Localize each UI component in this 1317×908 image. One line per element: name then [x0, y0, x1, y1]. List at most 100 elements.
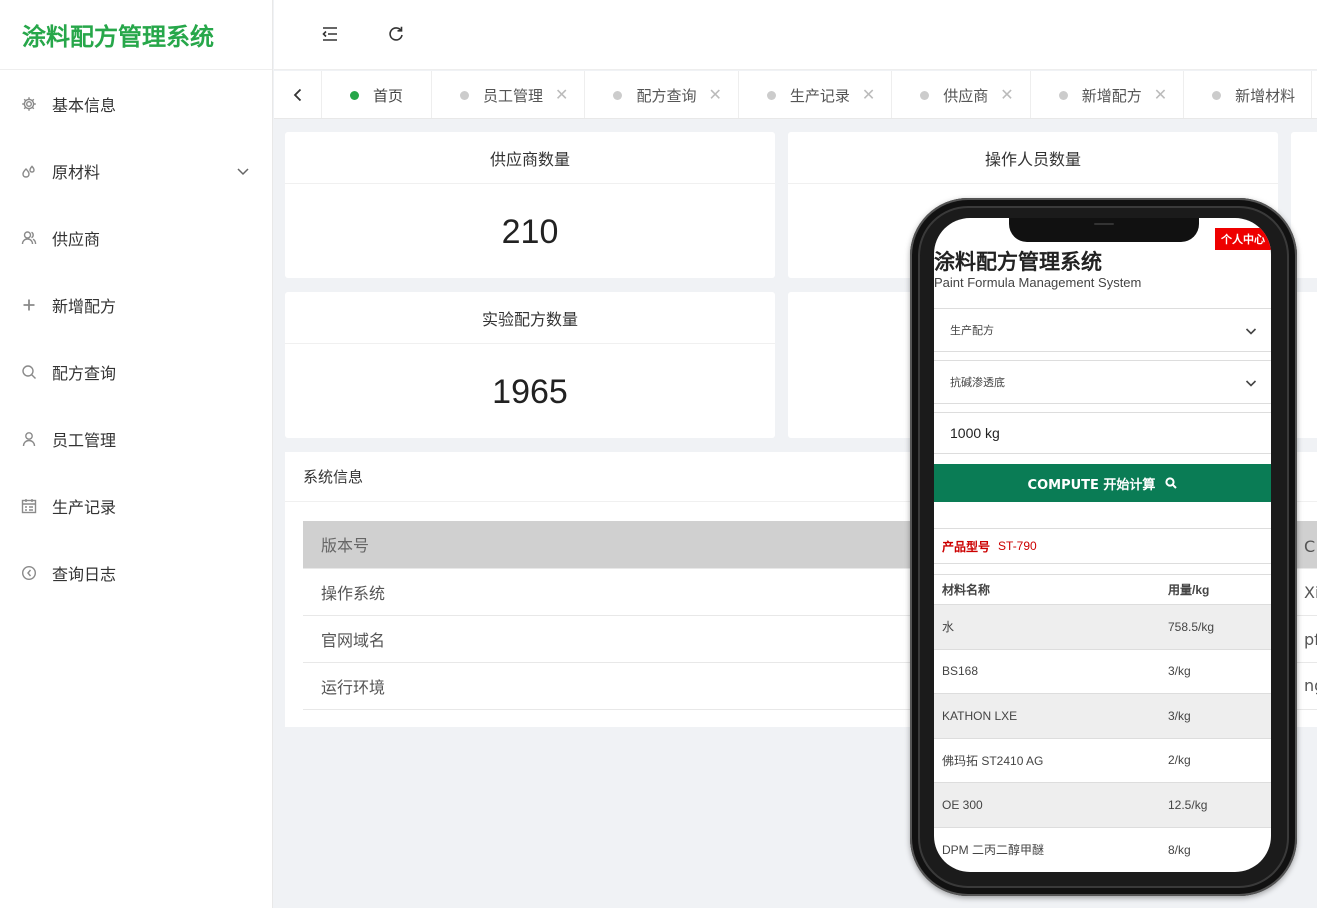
mobile-app-title: 涂料配方管理系统: [934, 250, 1102, 274]
sidebar-menu: 基本信息 原材料 供应商 新增配方 配方查询 员工管理 生产记录 查询日志: [0, 70, 272, 606]
tab-label: 新增材料: [1235, 86, 1296, 105]
sidebar-item-label: 配方查询: [52, 363, 117, 383]
material-name: 水: [934, 604, 1168, 649]
calendar-icon: [20, 497, 38, 515]
refresh-icon[interactable]: [384, 22, 408, 46]
stat-card-title: 供应商数量: [285, 132, 775, 184]
tab-status-dot: [766, 90, 776, 100]
table-cell-value: C: [1304, 537, 1316, 556]
sidebar-item-label: 供应商: [52, 229, 101, 249]
phone-screen: 个人中心 涂料配方管理系统 Paint Formula Management S…: [934, 218, 1271, 872]
sidebar-item-raw-materials[interactable]: 原材料: [0, 137, 272, 204]
clock-icon: [20, 564, 38, 582]
close-icon[interactable]: ✕: [862, 87, 875, 103]
product-model-label: 产品型号: [942, 539, 991, 554]
tab-suppliers[interactable]: 供应商 ✕: [892, 71, 1031, 118]
quantity-input[interactable]: 1000 kg: [934, 412, 1271, 454]
material-amount: 3/kg: [1168, 648, 1271, 694]
close-icon[interactable]: ✕: [1154, 87, 1167, 103]
tab-label: 员工管理: [483, 86, 544, 105]
plus-icon: [20, 296, 38, 314]
personal-center-badge[interactable]: 个人中心: [1215, 228, 1271, 250]
chevron-down-icon[interactable]: [236, 163, 250, 182]
table-row: BS168 3/kg: [934, 648, 1271, 694]
sidebar-item-query-log[interactable]: 查询日志: [0, 539, 272, 606]
table-row: KATHON LXE 3/kg: [934, 693, 1271, 738]
table-cell-value: pf: [1304, 630, 1317, 649]
tab-label: 首页: [373, 86, 404, 105]
compute-button-label: COMPUTE 开始计算: [1027, 477, 1156, 493]
material-amount: 758.5/kg: [1168, 604, 1271, 649]
drops-icon: [20, 162, 38, 180]
tab-production-records[interactable]: 生产记录 ✕: [739, 71, 893, 118]
table-row: DPM 二丙二醇甲醚 8/kg: [934, 826, 1271, 872]
sidebar-item-suppliers[interactable]: 供应商: [0, 204, 272, 271]
tab-add-material[interactable]: 新增材料: [1184, 71, 1313, 118]
tab-bar: 首页 员工管理 ✕ 配方查询 ✕ 生产记录 ✕ 供应商 ✕ 新增配方 ✕ 新增材…: [274, 71, 1317, 119]
table-row: 佛玛拓 ST2410 AG 2/kg: [934, 737, 1271, 783]
gear-icon: [20, 95, 38, 113]
compute-button[interactable]: COMPUTE 开始计算: [934, 464, 1271, 502]
table-cell-value: Xi: [1304, 583, 1317, 602]
material-name: DPM 二丙二醇甲醚: [934, 826, 1168, 872]
stat-card-suppliers: 供应商数量 210: [285, 132, 775, 278]
material-name: BS168: [934, 648, 1168, 694]
app-title: 涂料配方管理系统: [22, 23, 214, 51]
sidebar-item-label: 新增配方: [52, 296, 117, 316]
materials-table: 材料名称 用量/kg 水 758.5/kg BS168 3/kg KATHON …: [934, 574, 1271, 872]
close-icon[interactable]: ✕: [555, 87, 568, 103]
sidebar-item-production-records[interactable]: 生产记录: [0, 472, 272, 539]
stat-card-value: 210: [501, 212, 559, 251]
tab-scroll-left-button[interactable]: [274, 71, 322, 118]
material-name: KATHON LXE: [934, 693, 1168, 738]
tab-label: 配方查询: [636, 86, 697, 105]
phone-mockup: 个人中心 涂料配方管理系统 Paint Formula Management S…: [910, 198, 1297, 896]
sidebar-item-formula-query[interactable]: 配方查询: [0, 338, 272, 405]
column-header: 用量/kg: [1168, 574, 1271, 605]
sidebar-item-staff[interactable]: 员工管理: [0, 405, 272, 472]
tab-home[interactable]: 首页: [322, 71, 433, 118]
user-icon: [20, 430, 38, 448]
tab-status-dot: [350, 90, 359, 100]
sidebar-item-basic-info[interactable]: 基本信息: [0, 70, 272, 137]
sidebar-item-label: 基本信息: [52, 95, 117, 115]
tab-status-dot: [1058, 90, 1068, 100]
tab-label: 生产记录: [789, 86, 850, 105]
phone-notch: [1009, 218, 1199, 242]
material-amount: 12.5/kg: [1168, 782, 1271, 827]
table-header-row: 材料名称 用量/kg: [934, 574, 1271, 605]
tab-add-formula[interactable]: 新增配方 ✕: [1031, 71, 1185, 118]
close-icon[interactable]: ✕: [708, 87, 721, 103]
sidebar-item-label: 查询日志: [52, 564, 117, 584]
product-model-row: 产品型号 ST-790: [934, 528, 1271, 564]
top-header: [274, 0, 1317, 70]
chevron-down-icon: [1245, 328, 1257, 335]
table-cell-value: ng: [1304, 676, 1317, 695]
select-value: 生产配方: [950, 324, 994, 337]
close-icon[interactable]: ✕: [1000, 87, 1013, 103]
sidebar-item-label: 生产记录: [52, 497, 117, 517]
sidebar-item-label: 原材料: [52, 162, 101, 182]
sidebar: 涂料配方管理系统 基本信息 原材料 供应商 新增配方 配方查询 员工管理 生产记…: [0, 0, 273, 908]
tab-staff[interactable]: 员工管理 ✕: [432, 71, 586, 118]
tab-status-dot: [460, 90, 470, 100]
menu-fold-icon[interactable]: [318, 22, 342, 46]
stat-card-title: 操作人员数量: [788, 132, 1278, 184]
users-icon: [20, 229, 38, 247]
product-model-value: ST-790: [998, 539, 1037, 553]
table-row: 水 758.5/kg: [934, 604, 1271, 649]
material-name: 佛玛拓 ST2410 AG: [934, 737, 1168, 783]
sidebar-item-add-formula[interactable]: 新增配方: [0, 271, 272, 338]
chevron-down-icon: [1245, 380, 1257, 387]
stat-card-title: 实验配方数量: [285, 292, 775, 344]
formula-type-select[interactable]: 生产配方: [934, 308, 1271, 352]
stat-card-value: 1965: [492, 372, 568, 411]
tab-formula-query[interactable]: 配方查询 ✕: [585, 71, 739, 118]
product-select[interactable]: 抗碱渗透底: [934, 360, 1271, 404]
material-amount: 8/kg: [1168, 826, 1271, 872]
tab-status-dot: [920, 90, 930, 100]
tab-label: 供应商: [943, 86, 989, 105]
select-value: 抗碱渗透底: [950, 376, 1005, 389]
app-logo[interactable]: 涂料配方管理系统: [0, 0, 272, 70]
search-icon: [1165, 477, 1178, 489]
